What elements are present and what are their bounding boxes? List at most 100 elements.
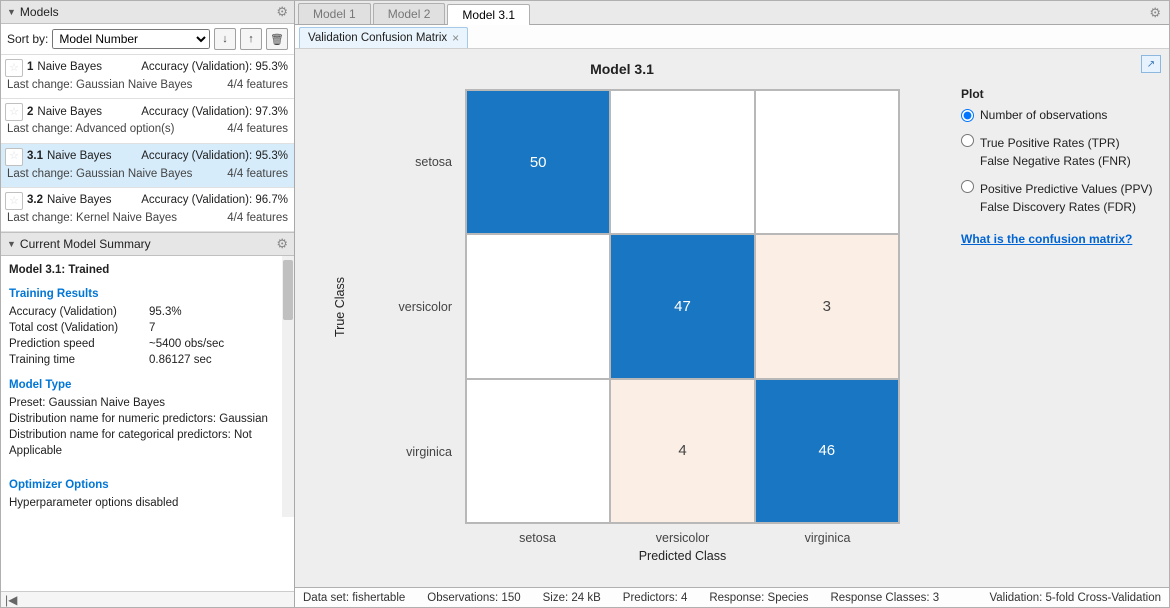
plot-option-fdr[interactable]: False Discovery Rates (FDR) — [980, 198, 1153, 216]
model-list: ☆ 1 Naive Bayes Accuracy (Validation): 9… — [1, 55, 294, 232]
model-accuracy: Accuracy (Validation): 95.3% — [141, 59, 288, 76]
help-link-confusion-matrix[interactable]: What is the confusion matrix? — [961, 232, 1155, 246]
close-icon[interactable]: × — [452, 31, 459, 45]
optimizer-line: Hyperparameter options disabled — [9, 495, 286, 511]
row-label: virginica — [385, 379, 460, 524]
status-response-classes: Response Classes: 3 — [830, 592, 939, 604]
model-name: Naive Bayes — [47, 192, 112, 209]
summary-panel-title: Current Model Summary — [20, 237, 272, 251]
model-accuracy: Accuracy (Validation): 96.7% — [141, 192, 288, 209]
chart-title: Model 3.1 — [295, 61, 949, 77]
previous-icon[interactable]: |◀ — [5, 593, 17, 607]
status-validation: Validation: 5-fold Cross-Validation — [989, 592, 1161, 604]
training-results-heading: Training Results — [9, 286, 286, 302]
model-item[interactable]: ☆ 1 Naive Bayes Accuracy (Validation): 9… — [1, 55, 294, 99]
y-axis-label: True Class — [333, 277, 347, 337]
sort-asc-button[interactable]: ↓ — [214, 28, 236, 50]
model-last-change: Last change: Kernel Naive Bayes — [7, 210, 177, 227]
model-index: 3.1 — [27, 148, 43, 165]
status-predictors: Predictors: 4 — [623, 592, 688, 604]
model-features: 4/4 features — [227, 166, 288, 183]
summary-panel-header[interactable]: ▼ Current Model Summary ⚙ — [1, 233, 294, 256]
sort-select[interactable]: Model Number — [52, 29, 210, 49]
radio-ppv[interactable] — [961, 180, 974, 193]
main-tab[interactable]: Model 3.1 — [447, 4, 530, 25]
x-axis-label: Predicted Class — [465, 549, 900, 563]
matrix-cell — [466, 234, 610, 378]
status-observations: Observations: 150 — [427, 592, 520, 604]
model-accuracy: Accuracy (Validation): 97.3% — [141, 104, 288, 121]
radio-observations[interactable] — [961, 109, 974, 122]
status-dataset: Data set: fishertable — [303, 592, 405, 604]
model-index: 1 — [27, 59, 33, 76]
model-type-line: Preset: Gaussian Naive Bayes — [9, 395, 286, 411]
matrix-cell — [466, 379, 610, 523]
plot-options-title: Plot — [961, 87, 1155, 101]
star-icon[interactable]: ☆ — [5, 192, 23, 210]
status-size: Size: 24 kB — [543, 592, 601, 604]
matrix-cell — [755, 90, 899, 234]
models-panel-header[interactable]: ▼ Models ⚙ — [1, 1, 294, 24]
collapse-icon: ▼ — [7, 7, 16, 17]
model-type-line: Distribution name for categorical predic… — [9, 427, 286, 459]
matrix-cell: 4 — [610, 379, 754, 523]
sub-tabs: Validation Confusion Matrix × — [295, 25, 1169, 49]
sort-label: Sort by: — [7, 32, 48, 46]
model-features: 4/4 features — [227, 77, 288, 94]
star-icon[interactable]: ☆ — [5, 103, 23, 121]
panel-footer: |◀ — [1, 591, 294, 607]
popout-icon[interactable]: ↗ — [1141, 55, 1161, 73]
summary-model-name: Model 3.1: Trained — [9, 262, 286, 278]
matrix-cell: 47 — [610, 234, 754, 378]
model-last-change: Last change: Gaussian Naive Bayes — [7, 77, 192, 94]
col-label: versicolor — [610, 527, 755, 545]
delete-button[interactable]: 🗑 — [266, 28, 288, 50]
model-item[interactable]: ☆ 2 Naive Bayes Accuracy (Validation): 9… — [1, 99, 294, 143]
scrollbar[interactable] — [282, 256, 294, 517]
model-index: 3.2 — [27, 192, 43, 209]
radio-tpr[interactable] — [961, 134, 974, 147]
metric-row: Prediction speed~5400 obs/sec — [9, 336, 286, 352]
model-features: 4/4 features — [227, 210, 288, 227]
model-name: Naive Bayes — [37, 59, 102, 76]
sub-tab-label: Validation Confusion Matrix — [308, 32, 447, 44]
main-tab[interactable]: Model 1 — [298, 3, 371, 24]
model-type-heading: Model Type — [9, 377, 286, 393]
main-tabs: Model 1Model 2Model 3.1 ⚙ — [295, 1, 1169, 25]
plot-option-tpr[interactable]: True Positive Rates (TPR) — [980, 134, 1131, 152]
status-bar: Data set: fishertable Observations: 150 … — [295, 587, 1169, 607]
metric-row: Total cost (Validation)7 — [9, 320, 286, 336]
models-panel-title: Models — [20, 5, 272, 19]
col-label: virginica — [755, 527, 900, 545]
metric-row: Accuracy (Validation)95.3% — [9, 304, 286, 320]
model-name: Naive Bayes — [37, 104, 102, 121]
star-icon[interactable]: ☆ — [5, 148, 23, 166]
plot-options-panel: Plot Number of observations True Positiv… — [953, 79, 1163, 254]
star-icon[interactable]: ☆ — [5, 59, 23, 77]
gear-icon[interactable]: ⚙ — [1149, 5, 1161, 21]
model-features: 4/4 features — [227, 121, 288, 138]
confusion-matrix: 50473446 — [465, 89, 900, 524]
main-tab[interactable]: Model 2 — [373, 3, 446, 24]
plot-option-ppv[interactable]: Positive Predictive Values (PPV) — [980, 180, 1153, 198]
gear-icon[interactable]: ⚙ — [276, 236, 288, 252]
sort-desc-button[interactable]: ↑ — [240, 28, 262, 50]
status-response: Response: Species — [709, 592, 808, 604]
matrix-cell: 3 — [755, 234, 899, 378]
collapse-icon: ▼ — [7, 239, 16, 249]
gear-icon[interactable]: ⚙ — [276, 4, 288, 20]
col-label: setosa — [465, 527, 610, 545]
plot-option-fnr[interactable]: False Negative Rates (FNR) — [980, 152, 1131, 170]
plot-option-observations[interactable]: Number of observations — [961, 107, 1155, 124]
matrix-cell: 50 — [466, 90, 610, 234]
matrix-cell: 46 — [755, 379, 899, 523]
model-name: Naive Bayes — [47, 148, 112, 165]
model-item[interactable]: ☆ 3.2 Naive Bayes Accuracy (Validation):… — [1, 188, 294, 232]
tab-confusion-matrix[interactable]: Validation Confusion Matrix × — [299, 27, 468, 48]
model-type-line: Distribution name for numeric predictors… — [9, 411, 286, 427]
row-label: versicolor — [385, 234, 460, 379]
model-last-change: Last change: Advanced option(s) — [7, 121, 175, 138]
optimizer-heading: Optimizer Options — [9, 477, 286, 493]
model-item[interactable]: ☆ 3.1 Naive Bayes Accuracy (Validation):… — [1, 144, 294, 188]
matrix-cell — [610, 90, 754, 234]
